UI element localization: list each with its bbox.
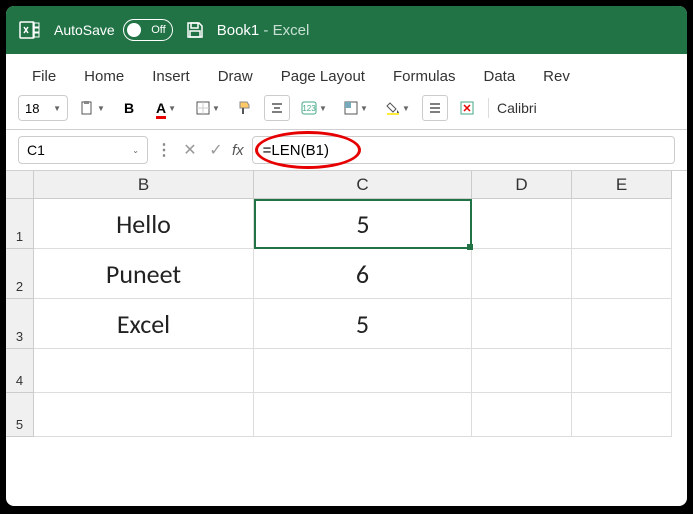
col-header-D[interactable]: D <box>472 171 572 199</box>
cell-D1[interactable] <box>472 199 572 249</box>
tab-review[interactable]: Rev <box>529 62 584 91</box>
font-size-selector[interactable]: 18 ▼ <box>18 95 68 121</box>
cell-C3[interactable]: 5 <box>254 299 472 349</box>
tab-data[interactable]: Data <box>469 62 529 91</box>
col-header-B[interactable]: B <box>34 171 254 199</box>
font-color-button[interactable]: A ▼ <box>148 95 184 121</box>
chevron-down-icon: ▼ <box>360 104 368 113</box>
tab-formulas[interactable]: Formulas <box>379 62 470 91</box>
titlebar: AutoSave Off Book1 - Excel <box>6 6 687 54</box>
cell-C4[interactable] <box>254 349 472 393</box>
formula-input[interactable]: =LEN(B1) <box>252 136 675 164</box>
row-2: Puneet 6 <box>34 249 687 299</box>
fill-color-button[interactable]: ▼ <box>380 95 416 121</box>
row-3: Excel 5 <box>34 299 687 349</box>
cell-E3[interactable] <box>572 299 672 349</box>
row-1: Hello 5 <box>34 199 687 249</box>
autosave-toggle[interactable]: AutoSave Off <box>54 19 173 41</box>
document-title: Book1 - Excel <box>217 22 310 39</box>
align-button[interactable] <box>264 95 290 121</box>
cell-D2[interactable] <box>472 249 572 299</box>
spreadsheet-grid: 1 2 3 4 5 B C D E Hello 5 Puneet 6 <box>6 171 687 437</box>
cell-E4[interactable] <box>572 349 672 393</box>
cell-D4[interactable] <box>472 349 572 393</box>
formula-controls: ✕ ✓ fx <box>180 140 244 160</box>
fx-icon[interactable]: fx <box>232 142 244 159</box>
cell-B3[interactable]: Excel <box>34 299 254 349</box>
cell-B2[interactable]: Puneet <box>34 249 254 299</box>
chevron-down-icon: ▼ <box>402 104 410 113</box>
chevron-down-icon: ▼ <box>319 104 327 113</box>
cell-D5[interactable] <box>472 393 572 437</box>
toolbar: 18 ▼ ▼ B A ▼ ▼ 123 ▼ ▼ <box>6 91 687 130</box>
cell-B4[interactable] <box>34 349 254 393</box>
chevron-down-icon: ▼ <box>97 104 105 113</box>
cell-C1[interactable]: 5 <box>254 199 472 249</box>
cell-E1[interactable] <box>572 199 672 249</box>
cancel-icon[interactable]: ✕ <box>180 140 200 160</box>
chevron-down-icon: ▼ <box>168 104 176 113</box>
name-box[interactable]: C1 ⌄ <box>18 136 148 164</box>
paste-button[interactable]: ▼ <box>74 95 110 121</box>
autosave-label: AutoSave <box>54 22 115 38</box>
cell-C2[interactable]: 6 <box>254 249 472 299</box>
row-4 <box>34 349 687 393</box>
cell-E2[interactable] <box>572 249 672 299</box>
number-format-button[interactable]: 123 ▼ <box>296 95 332 121</box>
cell-D3[interactable] <box>472 299 572 349</box>
toggle-switch[interactable]: Off <box>123 19 173 41</box>
cell-B1[interactable]: Hello <box>34 199 254 249</box>
conditional-format-button[interactable]: ▼ <box>338 95 374 121</box>
row-header-2[interactable]: 2 <box>6 249 34 299</box>
ribbon-tabs: File Home Insert Draw Page Layout Formul… <box>6 54 687 91</box>
row-header-1[interactable]: 1 <box>6 199 34 249</box>
col-header-E[interactable]: E <box>572 171 672 199</box>
cell-E5[interactable] <box>572 393 672 437</box>
col-header-C[interactable]: C <box>254 171 472 199</box>
font-name-label[interactable]: Calibri <box>497 100 537 116</box>
cells-button[interactable] <box>422 95 448 121</box>
tab-insert[interactable]: Insert <box>138 62 204 91</box>
row-header-4[interactable]: 4 <box>6 349 34 393</box>
enter-icon[interactable]: ✓ <box>206 140 226 160</box>
toggle-state: Off <box>151 24 165 36</box>
tab-page-layout[interactable]: Page Layout <box>267 62 379 91</box>
column-headers: B C D E <box>34 171 687 199</box>
select-all-corner[interactable] <box>6 171 34 199</box>
cell-C5[interactable] <box>254 393 472 437</box>
row-5 <box>34 393 687 437</box>
chevron-down-icon: ⌄ <box>132 146 139 155</box>
tab-draw[interactable]: Draw <box>204 62 267 91</box>
cell-B5[interactable] <box>34 393 254 437</box>
svg-text:123: 123 <box>302 104 316 113</box>
row-header-5[interactable]: 5 <box>6 393 34 437</box>
bold-button[interactable]: B <box>116 95 142 121</box>
formula-bar: C1 ⌄ ⋮ ✕ ✓ fx =LEN(B1) <box>6 130 687 171</box>
toggle-knob <box>127 23 141 37</box>
borders-button[interactable]: ▼ <box>190 95 226 121</box>
tab-home[interactable]: Home <box>70 62 138 91</box>
row-headers: 1 2 3 4 5 <box>6 171 34 437</box>
tab-file[interactable]: File <box>18 62 70 91</box>
excel-icon <box>18 18 42 42</box>
save-icon[interactable] <box>185 20 205 40</box>
row-header-3[interactable]: 3 <box>6 299 34 349</box>
divider-icon: ⋮ <box>156 140 172 160</box>
chevron-down-icon: ▼ <box>212 104 220 113</box>
chevron-down-icon: ▼ <box>53 104 61 113</box>
app-window: AutoSave Off Book1 - Excel File Home Ins… <box>6 6 687 506</box>
format-painter-button[interactable] <box>232 95 258 121</box>
clear-button[interactable] <box>454 95 480 121</box>
